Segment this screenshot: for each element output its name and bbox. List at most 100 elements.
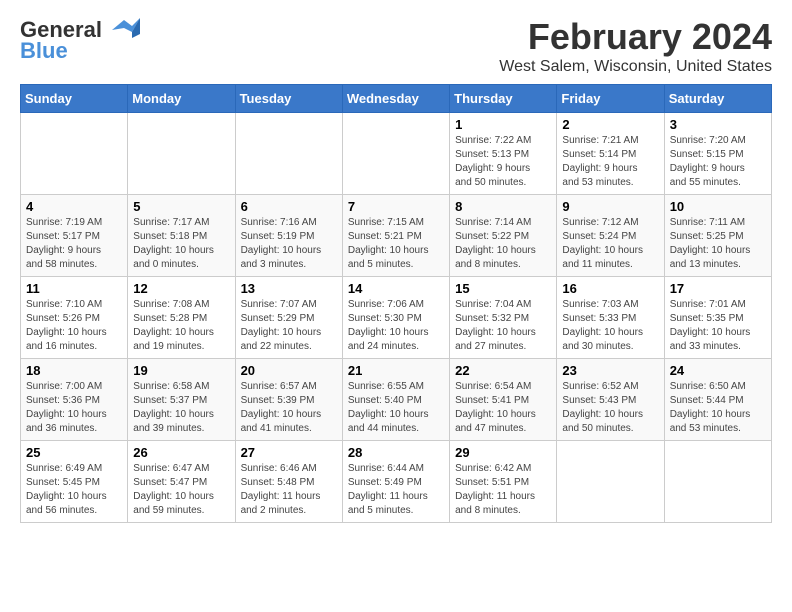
day-info: Sunrise: 7:03 AM Sunset: 5:33 PM Dayligh…	[562, 298, 658, 354]
calendar-cell: 13 Sunrise: 7:07 AM Sunset: 5:29 PM Dayli…	[235, 277, 342, 359]
day-number: 14	[348, 281, 444, 296]
day-info: Sunrise: 6:55 AM Sunset: 5:40 PM Dayligh…	[348, 380, 444, 436]
day-info: Sunrise: 6:44 AM Sunset: 5:49 PM Dayligh…	[348, 462, 444, 518]
page-header: General Blue February 2024 West Salem, W…	[20, 16, 772, 76]
day-number: 1	[455, 117, 551, 132]
calendar-cell: 17Sunrise: 7:01 AM Sunset: 5:35 PM Dayli…	[664, 277, 771, 359]
calendar-week-1: 1 Sunrise: 7:22 AM Sunset: 5:13 PM Daylig…	[21, 113, 772, 195]
day-info: Sunrise: 7:14 AM Sunset: 5:22 PM Dayligh…	[455, 216, 551, 272]
day-number: 21	[348, 363, 444, 378]
month-title: February 2024	[499, 16, 772, 58]
day-number: 5	[133, 199, 229, 214]
calendar-cell: 28 Sunrise: 6:44 AM Sunset: 5:49 PM Dayli…	[342, 441, 449, 523]
calendar-cell: 21 Sunrise: 6:55 AM Sunset: 5:40 PM Dayli…	[342, 359, 449, 441]
title-block: February 2024 West Salem, Wisconsin, Uni…	[499, 16, 772, 76]
calendar-week-5: 25Sunrise: 6:49 AM Sunset: 5:45 PM Dayli…	[21, 441, 772, 523]
day-number: 12	[133, 281, 229, 296]
day-number: 17	[670, 281, 766, 296]
day-info: Sunrise: 7:15 AM Sunset: 5:21 PM Dayligh…	[348, 216, 444, 272]
day-info: Sunrise: 7:21 AM Sunset: 5:14 PM Dayligh…	[562, 134, 658, 190]
calendar-header-row: SundayMondayTuesdayWednesdayThursdayFrid…	[21, 85, 772, 113]
calendar-cell: 16 Sunrise: 7:03 AM Sunset: 5:33 PM Dayli…	[557, 277, 664, 359]
day-number: 15	[455, 281, 551, 296]
column-header-thursday: Thursday	[450, 85, 557, 113]
day-info: Sunrise: 7:19 AM Sunset: 5:17 PM Dayligh…	[26, 216, 122, 272]
day-number: 2	[562, 117, 658, 132]
calendar-cell	[342, 113, 449, 195]
column-header-saturday: Saturday	[664, 85, 771, 113]
calendar-cell	[664, 441, 771, 523]
calendar-cell	[21, 113, 128, 195]
calendar-cell	[128, 113, 235, 195]
day-number: 4	[26, 199, 122, 214]
calendar-cell: 9Sunrise: 7:12 AM Sunset: 5:24 PM Daylig…	[557, 195, 664, 277]
calendar-cell: 5 Sunrise: 7:17 AM Sunset: 5:18 PM Daylig…	[128, 195, 235, 277]
calendar-cell: 8Sunrise: 7:14 AM Sunset: 5:22 PM Daylig…	[450, 195, 557, 277]
calendar-cell: 18 Sunrise: 7:00 AM Sunset: 5:36 PM Dayli…	[21, 359, 128, 441]
day-info: Sunrise: 7:16 AM Sunset: 5:19 PM Dayligh…	[241, 216, 337, 272]
calendar-cell: 6 Sunrise: 7:16 AM Sunset: 5:19 PM Daylig…	[235, 195, 342, 277]
calendar-table: SundayMondayTuesdayWednesdayThursdayFrid…	[20, 84, 772, 523]
calendar-cell: 29 Sunrise: 6:42 AM Sunset: 5:51 PM Dayli…	[450, 441, 557, 523]
calendar-cell: 7 Sunrise: 7:15 AM Sunset: 5:21 PM Daylig…	[342, 195, 449, 277]
calendar-cell: 2 Sunrise: 7:21 AM Sunset: 5:14 PM Daylig…	[557, 113, 664, 195]
day-number: 6	[241, 199, 337, 214]
logo-bird-icon	[104, 16, 140, 44]
calendar-cell: 3 Sunrise: 7:20 AM Sunset: 5:15 PM Daylig…	[664, 113, 771, 195]
calendar-cell: 25Sunrise: 6:49 AM Sunset: 5:45 PM Dayli…	[21, 441, 128, 523]
day-number: 27	[241, 445, 337, 460]
day-info: Sunrise: 7:11 AM Sunset: 5:25 PM Dayligh…	[670, 216, 766, 272]
day-number: 20	[241, 363, 337, 378]
day-info: Sunrise: 6:50 AM Sunset: 5:44 PM Dayligh…	[670, 380, 766, 436]
day-number: 23	[562, 363, 658, 378]
day-info: Sunrise: 6:42 AM Sunset: 5:51 PM Dayligh…	[455, 462, 551, 518]
day-number: 16	[562, 281, 658, 296]
calendar-cell: 15 Sunrise: 7:04 AM Sunset: 5:32 PM Dayli…	[450, 277, 557, 359]
calendar-cell: 20 Sunrise: 6:57 AM Sunset: 5:39 PM Dayli…	[235, 359, 342, 441]
calendar-cell	[557, 441, 664, 523]
day-number: 24	[670, 363, 766, 378]
day-number: 11	[26, 281, 122, 296]
day-number: 26	[133, 445, 229, 460]
location: West Salem, Wisconsin, United States	[499, 58, 772, 76]
day-info: Sunrise: 6:52 AM Sunset: 5:43 PM Dayligh…	[562, 380, 658, 436]
calendar-cell: 19 Sunrise: 6:58 AM Sunset: 5:37 PM Dayli…	[128, 359, 235, 441]
day-info: Sunrise: 7:04 AM Sunset: 5:32 PM Dayligh…	[455, 298, 551, 354]
day-number: 7	[348, 199, 444, 214]
column-header-wednesday: Wednesday	[342, 85, 449, 113]
column-header-sunday: Sunday	[21, 85, 128, 113]
calendar-week-3: 11 Sunrise: 7:10 AM Sunset: 5:26 PM Dayli…	[21, 277, 772, 359]
day-info: Sunrise: 6:57 AM Sunset: 5:39 PM Dayligh…	[241, 380, 337, 436]
day-info: Sunrise: 6:47 AM Sunset: 5:47 PM Dayligh…	[133, 462, 229, 518]
day-info: Sunrise: 7:22 AM Sunset: 5:13 PM Dayligh…	[455, 134, 551, 190]
day-info: Sunrise: 7:20 AM Sunset: 5:15 PM Dayligh…	[670, 134, 766, 190]
day-number: 22	[455, 363, 551, 378]
day-info: Sunrise: 7:00 AM Sunset: 5:36 PM Dayligh…	[26, 380, 122, 436]
day-info: Sunrise: 6:58 AM Sunset: 5:37 PM Dayligh…	[133, 380, 229, 436]
day-number: 18	[26, 363, 122, 378]
day-info: Sunrise: 7:07 AM Sunset: 5:29 PM Dayligh…	[241, 298, 337, 354]
calendar-cell: 22Sunrise: 6:54 AM Sunset: 5:41 PM Dayli…	[450, 359, 557, 441]
calendar-cell: 14 Sunrise: 7:06 AM Sunset: 5:30 PM Dayli…	[342, 277, 449, 359]
column-header-tuesday: Tuesday	[235, 85, 342, 113]
day-info: Sunrise: 6:49 AM Sunset: 5:45 PM Dayligh…	[26, 462, 122, 518]
day-number: 29	[455, 445, 551, 460]
day-number: 19	[133, 363, 229, 378]
calendar-cell	[235, 113, 342, 195]
day-info: Sunrise: 6:46 AM Sunset: 5:48 PM Dayligh…	[241, 462, 337, 518]
day-number: 3	[670, 117, 766, 132]
day-number: 28	[348, 445, 444, 460]
day-info: Sunrise: 7:12 AM Sunset: 5:24 PM Dayligh…	[562, 216, 658, 272]
calendar-cell: 1 Sunrise: 7:22 AM Sunset: 5:13 PM Daylig…	[450, 113, 557, 195]
day-number: 13	[241, 281, 337, 296]
day-info: Sunrise: 7:10 AM Sunset: 5:26 PM Dayligh…	[26, 298, 122, 354]
day-info: Sunrise: 7:06 AM Sunset: 5:30 PM Dayligh…	[348, 298, 444, 354]
calendar-cell: 23 Sunrise: 6:52 AM Sunset: 5:43 PM Dayli…	[557, 359, 664, 441]
calendar-cell: 4 Sunrise: 7:19 AM Sunset: 5:17 PM Daylig…	[21, 195, 128, 277]
column-header-monday: Monday	[128, 85, 235, 113]
day-info: Sunrise: 7:08 AM Sunset: 5:28 PM Dayligh…	[133, 298, 229, 354]
calendar-cell: 12 Sunrise: 7:08 AM Sunset: 5:28 PM Dayli…	[128, 277, 235, 359]
calendar-cell: 27 Sunrise: 6:46 AM Sunset: 5:48 PM Dayli…	[235, 441, 342, 523]
calendar-cell: 11 Sunrise: 7:10 AM Sunset: 5:26 PM Dayli…	[21, 277, 128, 359]
day-info: Sunrise: 7:17 AM Sunset: 5:18 PM Dayligh…	[133, 216, 229, 272]
